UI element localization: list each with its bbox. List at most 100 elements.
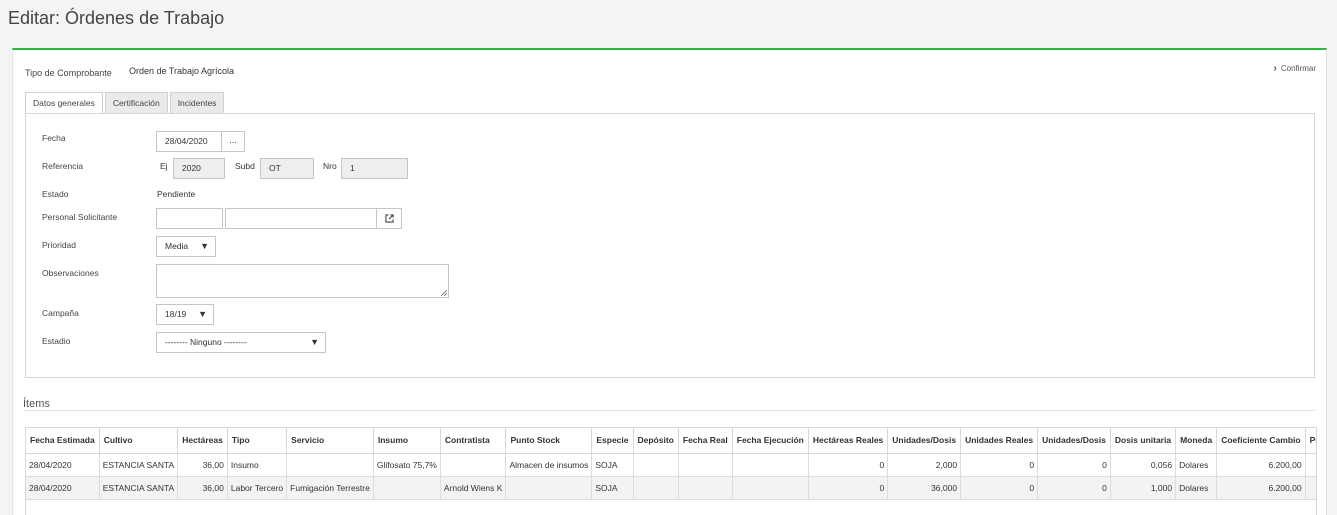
table-cell[interactable] bbox=[678, 453, 733, 477]
personal-name-input[interactable] bbox=[225, 208, 377, 229]
table-cell[interactable] bbox=[1305, 453, 1316, 477]
column-header[interactable]: Punto Stock bbox=[505, 428, 593, 454]
table-cell[interactable] bbox=[1305, 476, 1316, 500]
table-cell[interactable]: Fumigación Terrestre bbox=[286, 476, 374, 500]
column-header[interactable]: Fecha Ejecución bbox=[732, 428, 809, 454]
datos-generales-panel: Fecha 28/04/2020 ... Referencia Ej 2020 … bbox=[25, 113, 1315, 378]
column-header[interactable]: Tipo bbox=[227, 428, 288, 454]
prioridad-select[interactable]: Media ▼ bbox=[156, 236, 216, 257]
referencia-label: Referencia bbox=[42, 161, 84, 171]
column-header[interactable]: Fecha Estimada bbox=[26, 428, 100, 454]
table-cell[interactable]: 2,000 bbox=[887, 453, 962, 477]
table-cell[interactable] bbox=[732, 453, 809, 477]
chevron-right-icon: › bbox=[1273, 63, 1277, 74]
table-cell[interactable]: 0 bbox=[1037, 453, 1111, 477]
column-header[interactable]: Hectáreas bbox=[177, 428, 228, 454]
column-header[interactable]: Servicio bbox=[286, 428, 374, 454]
column-header[interactable]: Precio bbox=[1305, 428, 1316, 454]
estadio-label: Estadio bbox=[42, 336, 71, 346]
items-table: Fecha Estimada Cultivo Hectáreas Tipo Servic… bbox=[26, 428, 1316, 500]
estado-label: Estado bbox=[42, 189, 69, 199]
table-cell[interactable]: 36,00 bbox=[177, 476, 228, 500]
table-cell[interactable] bbox=[373, 476, 441, 500]
campana-value: 18/19 bbox=[165, 309, 187, 319]
fecha-picker-button[interactable]: ... bbox=[221, 131, 245, 152]
table-cell[interactable]: SOJA bbox=[591, 476, 634, 500]
column-header[interactable]: Unidades Reales bbox=[960, 428, 1039, 454]
table-row[interactable]: 28/04/2020 ESTANCIA SANTA 36,00 Insumo Glifo… bbox=[26, 453, 1316, 477]
fecha-input[interactable]: 28/04/2020 bbox=[156, 131, 222, 152]
table-cell[interactable]: 0 bbox=[960, 453, 1039, 477]
table-cell[interactable]: ESTANCIA SANTA bbox=[99, 453, 179, 477]
column-header[interactable]: Unidades/Dosis bbox=[1037, 428, 1111, 454]
personal-open-button[interactable] bbox=[376, 208, 402, 229]
table-cell[interactable] bbox=[633, 476, 679, 500]
table-cell[interactable]: 6.200,00 bbox=[1216, 476, 1306, 500]
table-cell[interactable] bbox=[732, 476, 809, 500]
column-header[interactable]: Moneda bbox=[1175, 428, 1218, 454]
table-cell[interactable]: 36,000 bbox=[887, 476, 962, 500]
table-cell[interactable]: Dolares bbox=[1175, 476, 1218, 500]
table-cell[interactable] bbox=[286, 453, 374, 477]
column-header[interactable]: Hectáreas Reales bbox=[808, 428, 889, 454]
table-cell[interactable] bbox=[505, 476, 593, 500]
table-cell[interactable]: Insumo bbox=[227, 453, 288, 477]
table-cell[interactable]: SOJA bbox=[591, 453, 634, 477]
items-section-title: Ítems bbox=[23, 398, 50, 410]
confirm-button[interactable]: › Confirmar bbox=[1274, 63, 1316, 74]
table-row[interactable]: 28/04/2020 ESTANCIA SANTA 36,00 Labor Terce… bbox=[26, 476, 1316, 500]
table-cell[interactable] bbox=[633, 453, 679, 477]
table-cell[interactable] bbox=[440, 453, 507, 477]
resize-handle-icon[interactable] bbox=[440, 289, 447, 296]
table-cell[interactable]: Glifosato 75,7% bbox=[373, 453, 441, 477]
tab-datos-generales[interactable]: Datos generales bbox=[25, 92, 103, 114]
table-cell[interactable] bbox=[678, 476, 733, 500]
confirm-label: Confirmar bbox=[1280, 64, 1316, 73]
table-cell[interactable]: Dolares bbox=[1175, 453, 1218, 477]
tab-certificacion[interactable]: Certificación bbox=[104, 92, 168, 114]
table-cell[interactable]: 0,056 bbox=[1110, 453, 1177, 477]
personal-code-input[interactable] bbox=[156, 208, 223, 229]
estadio-value: -------- Ninguno -------- bbox=[165, 337, 247, 347]
subd-label: Subd bbox=[235, 161, 255, 171]
observaciones-label: Observaciones bbox=[42, 268, 99, 278]
campana-select[interactable]: 18/19 ▼ bbox=[156, 304, 214, 325]
tipo-comprobante-label: Tipo de Comprobante bbox=[25, 68, 112, 78]
column-header[interactable]: Depósito bbox=[633, 428, 679, 454]
ej-input: 2020 bbox=[173, 158, 225, 179]
prioridad-value: Media bbox=[165, 241, 189, 251]
table-cell[interactable]: 6.200,00 bbox=[1216, 453, 1306, 477]
column-header[interactable]: Insumo bbox=[373, 428, 441, 454]
table-cell[interactable]: Labor Tercero bbox=[227, 476, 288, 500]
table-cell[interactable]: 0 bbox=[808, 476, 889, 500]
table-cell[interactable]: 28/04/2020 bbox=[26, 453, 100, 477]
estadio-select[interactable]: -------- Ninguno -------- ▼ bbox=[156, 332, 326, 353]
column-header[interactable]: Unidades/Dosis bbox=[887, 428, 962, 454]
table-cell[interactable]: 0 bbox=[960, 476, 1039, 500]
tab-bar: Datos generales Certificación Incidentes bbox=[25, 92, 226, 114]
nro-input: 1 bbox=[341, 158, 408, 179]
table-cell[interactable]: 28/04/2020 bbox=[26, 476, 100, 500]
column-header[interactable]: Dosis unitaria bbox=[1110, 428, 1177, 454]
table-cell[interactable]: 1,000 bbox=[1110, 476, 1177, 500]
subd-input: OT bbox=[260, 158, 314, 179]
table-cell[interactable]: 0 bbox=[808, 453, 889, 477]
column-header[interactable]: Cultivo bbox=[99, 428, 179, 454]
column-header[interactable]: Coeficiente Cambio bbox=[1216, 428, 1306, 454]
table-cell[interactable]: Arnold Wiens K bbox=[440, 476, 507, 500]
table-cell[interactable]: 36,00 bbox=[177, 453, 228, 477]
campana-label: Campaña bbox=[42, 308, 79, 318]
column-header[interactable]: Fecha Real bbox=[678, 428, 733, 454]
items-grid: Fecha Estimada Cultivo Hectáreas Tipo Servic… bbox=[25, 427, 1317, 515]
observaciones-textarea[interactable] bbox=[156, 264, 449, 298]
column-header[interactable]: Especie bbox=[591, 428, 634, 454]
column-header[interactable]: Contratista bbox=[440, 428, 507, 454]
estado-value: Pendiente bbox=[157, 189, 196, 199]
table-cell[interactable]: ESTANCIA SANTA bbox=[99, 476, 179, 500]
tipo-comprobante-value: Orden de Trabajo Agrícola bbox=[129, 66, 235, 76]
tab-incidentes[interactable]: Incidentes bbox=[169, 92, 225, 114]
ej-label: Ej bbox=[160, 161, 168, 171]
dropdown-arrow-icon: ▼ bbox=[310, 337, 319, 347]
table-cell[interactable]: 0 bbox=[1037, 476, 1111, 500]
table-cell[interactable]: Almacen de insumos bbox=[505, 453, 593, 477]
